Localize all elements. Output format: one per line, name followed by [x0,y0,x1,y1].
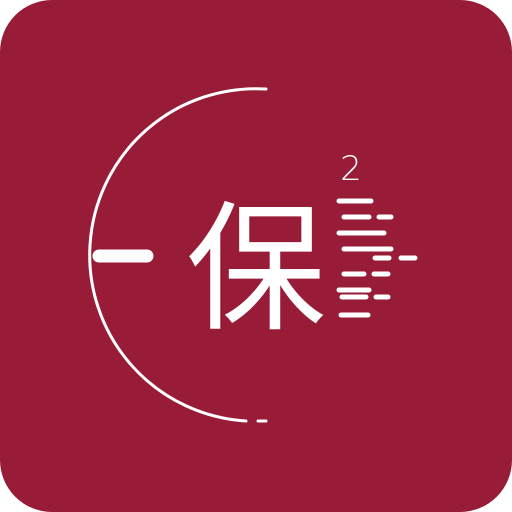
icon-superscript: 2 [340,149,362,189]
app-icon[interactable]: 保 2 [0,0,512,512]
app-icon-graphic: 保 2 [0,0,512,512]
icon-character: 保 [186,189,326,352]
